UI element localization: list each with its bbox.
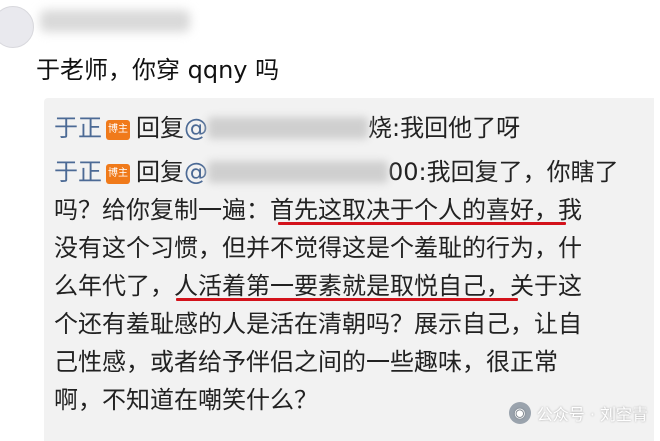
mention-suffix: 00 [388,158,419,186]
body-line: 没有这个习惯，但并不觉得这是个羞耻的行为，什 [54,234,582,262]
mention-blurred [208,117,368,139]
blogger-badge: 博主 [106,120,130,140]
reply-line-1: 于正 博主 回复@ 烧:我回他了呀 [54,110,520,146]
watermark-text: 公众号 · 刘空青 [536,405,648,424]
reply-line-2: 于正 博主 回复@ 00:我回复了，你瞎了 [54,154,619,190]
reply-message: :我回他了呀 [392,114,521,142]
highlight-underline [278,222,566,225]
avatar[interactable] [0,6,34,48]
reply-word: 回复 [136,158,184,186]
body-line: 啊，不知道在嘲笑什么？ [54,386,318,414]
blogger-badge: 博主 [106,164,130,184]
reply-username[interactable]: 于正 [54,114,102,142]
highlight-underline [176,298,518,301]
comment-text: 于老师，你穿 qqny 吗 [36,56,280,84]
wechat-icon: ◉ [508,402,531,424]
reply-message: :我回复了，你瞎了 [418,158,619,186]
mention-suffix: 烧 [368,114,392,142]
blurred-username [40,10,190,32]
mention-link[interactable]: @ [184,158,208,186]
body-line: 己性感，或者给予伴侣之间的一些趣味，很正常 [54,348,558,376]
reply-username[interactable]: 于正 [54,158,102,186]
mention-link[interactable]: @ [184,114,208,142]
reply-word: 回复 [136,114,184,142]
watermark: ◉ 公众号 · 刘空青 [508,401,648,425]
body-line: 个还有羞耻感的人是活在清朝吗？展示自己，让自 [54,310,582,338]
mention-blurred [208,161,388,183]
